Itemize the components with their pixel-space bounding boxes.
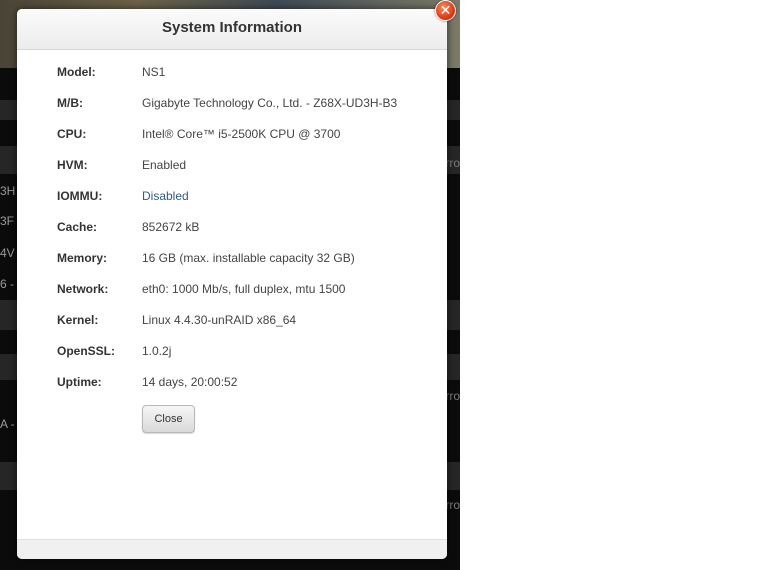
info-label: Kernel:	[57, 313, 99, 327]
info-label: Memory:	[57, 251, 108, 265]
background-text: A -	[0, 417, 15, 431]
background-text: rro	[445, 389, 460, 403]
info-label: HVM:	[57, 158, 88, 172]
iommu-link[interactable]: Disabled	[142, 189, 189, 203]
system-information-dialog: System Information ✕ Model: NS1 M/B: Gig…	[17, 0, 456, 559]
background-text: 6 -	[0, 277, 15, 291]
dialog-title: System Information	[161, 19, 303, 36]
info-label: M/B:	[57, 96, 83, 110]
info-label: IOMMU:	[57, 189, 103, 203]
info-label: Network:	[57, 282, 109, 296]
info-value: Enabled	[142, 158, 187, 172]
background-text: rro	[445, 156, 460, 170]
info-label: Uptime:	[57, 375, 102, 389]
dialog-footer	[17, 539, 447, 559]
info-label: Model:	[57, 65, 96, 79]
info-label: CPU:	[57, 127, 87, 141]
close-button[interactable]: Close	[142, 405, 195, 433]
info-label: OpenSSL:	[57, 344, 116, 358]
info-value: NS1	[142, 65, 166, 79]
dialog-header: System Information	[17, 9, 447, 50]
info-value: Gigabyte Technology Co., Ltd. - Z68X-UD3…	[142, 96, 398, 110]
info-value: 16 GB (max. installable capacity 32 GB)	[142, 251, 355, 265]
info-value: Intel® Core™ i5-2500K CPU @ 3700	[142, 127, 341, 141]
info-value: 852672 kB	[142, 220, 200, 234]
close-icon[interactable]: ✕	[435, 0, 456, 21]
info-value: 14 days, 20:00:52	[142, 375, 238, 389]
info-label: Cache:	[57, 220, 98, 234]
info-value: 1.0.2j	[142, 344, 172, 358]
info-value: eth0: 1000 Mb/s, full duplex, mtu 1500	[142, 282, 346, 296]
info-value: Linux 4.4.30-unRAID x86_64	[142, 313, 297, 327]
background-text: 4V	[0, 246, 15, 260]
background-text: rro	[445, 498, 460, 512]
